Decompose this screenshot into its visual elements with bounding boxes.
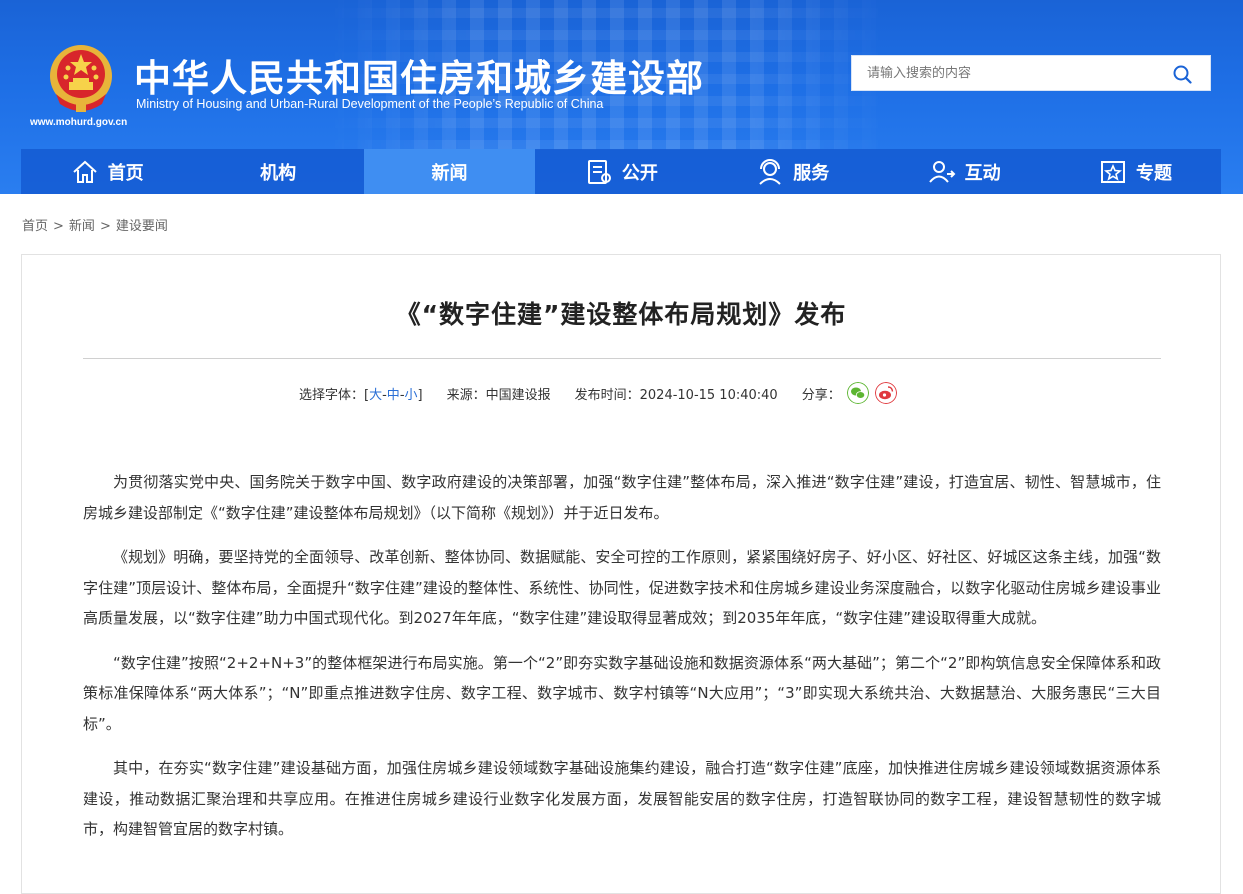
article-publish-time: 发布时间：2024-10-15 10:40:40 [574, 387, 778, 403]
article-paragraph: 为贯彻落实党中央、国务院关于数字中国、数字政府建设的决策部署，加强“数字住建”整… [83, 473, 1161, 522]
share-label: 分享： [801, 387, 841, 403]
nav-item-label: 互动 [964, 162, 1001, 184]
breadcrumb-construction-news[interactable]: 建设要闻 [116, 219, 168, 234]
search-icon[interactable] [1172, 64, 1194, 84]
nav-item-label: 机构 [260, 162, 297, 184]
article-paragraph: 《规划》明确，要坚持党的全面领导、改革创新、整体协同、数据赋能、安全可控的工作原… [83, 548, 1161, 627]
weibo-share-icon[interactable] [874, 382, 897, 404]
article-source: 来源：中国建设报 [446, 387, 551, 403]
interaction-icon [928, 160, 956, 183]
site-url: www.mohurd.gov.cn [30, 117, 128, 128]
breadcrumb: 首页 > 新闻 > 建设要闻 [22, 215, 168, 234]
font-size-label: 选择字体：[ [299, 387, 370, 403]
nav-item-label: 新闻 [431, 162, 468, 184]
nav-item-public[interactable]: 公开 [535, 149, 706, 194]
font-size-close: ] [417, 387, 423, 403]
article-body: 为贯彻落实党中央、国务院关于数字中国、数字政府建设的决策部署，加强“数字住建”整… [83, 467, 1161, 859]
site-title-chinese: 中华人民共和国住房和城乡建设部 [134, 57, 704, 100]
breadcrumb-news[interactable]: 新闻 [69, 219, 95, 234]
main-nav: 首页 机构 新闻 公开 服务 互动 专题 [21, 149, 1221, 194]
service-icon [759, 158, 781, 185]
article-paragraph: 其中，在夯实“数字住建”建设基础方面，加强住房城乡建设领域数字基础设施集约建设，… [83, 759, 1161, 838]
nav-item-label: 公开 [621, 162, 658, 184]
font-size-selector: 选择字体：[大-中-小] [299, 384, 423, 403]
title-divider [83, 358, 1161, 359]
breadcrumb-separator: > [99, 219, 111, 234]
nav-item-home[interactable]: 首页 [21, 149, 192, 194]
document-icon [587, 159, 611, 184]
search-input[interactable] [852, 56, 1152, 90]
article-paragraph: “数字住建”按照“2+2+N+3”的整体框架进行布局实施。第一个“2”即夯实数字… [83, 653, 1161, 733]
font-size-large[interactable]: 大 [369, 388, 382, 403]
national-emblem-icon [50, 45, 112, 112]
wechat-share-icon[interactable] [846, 382, 869, 404]
article-title: 《“数字住建”建设整体布局规划》发布 [395, 300, 847, 329]
breadcrumb-home[interactable]: 首页 [22, 219, 48, 234]
font-size-small[interactable]: 小 [405, 388, 418, 403]
search-box [851, 55, 1211, 91]
nav-item-institutions[interactable]: 机构 [192, 149, 363, 194]
nav-item-label: 服务 [793, 162, 830, 184]
article-container: 《“数字住建”建设整体布局规划》发布 选择字体：[大-中-小] 来源：中国建设报… [21, 254, 1221, 894]
site-header: www.mohurd.gov.cn 中华人民共和国住房和城乡建设部 Minist… [0, 0, 1243, 194]
nav-item-label: 首页 [107, 162, 144, 184]
nav-item-label: 专题 [1136, 162, 1173, 184]
font-size-medium[interactable]: 中 [387, 388, 400, 403]
nav-item-topics[interactable]: 专题 [1049, 149, 1220, 194]
nav-item-interaction[interactable]: 互动 [878, 149, 1049, 194]
site-title-english: Ministry of Housing and Urban-Rural Deve… [136, 97, 604, 111]
article-meta: 选择字体：[大-中-小] 来源：中国建设报 发布时间：2024-10-15 10… [299, 382, 897, 404]
nav-item-service[interactable]: 服务 [707, 149, 878, 194]
breadcrumb-separator: > [53, 219, 64, 234]
home-icon [73, 160, 97, 183]
nav-item-news[interactable]: 新闻 [363, 149, 536, 194]
star-box-icon [1101, 160, 1126, 183]
